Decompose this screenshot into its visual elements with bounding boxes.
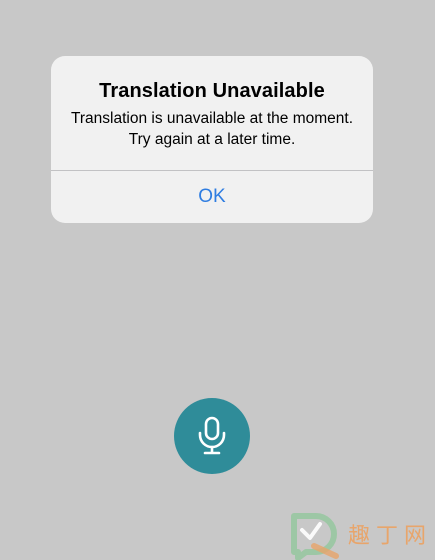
alert-dialog: Translation Unavailable Translation is u… (51, 56, 373, 223)
watermark-text: 趣丁网 (348, 524, 433, 549)
ok-button[interactable]: OK (51, 171, 373, 223)
microphone-button[interactable] (174, 398, 250, 474)
microphone-icon (198, 416, 226, 455)
watermark-logo: 趣丁网 (286, 510, 435, 560)
alert-message: Translation is unavailable at the moment… (70, 110, 354, 148)
alert-title: Translation Unavailable (99, 80, 325, 102)
alert-content: Translation Unavailable Translation is u… (51, 56, 373, 170)
watermark-mark-icon (291, 513, 339, 560)
